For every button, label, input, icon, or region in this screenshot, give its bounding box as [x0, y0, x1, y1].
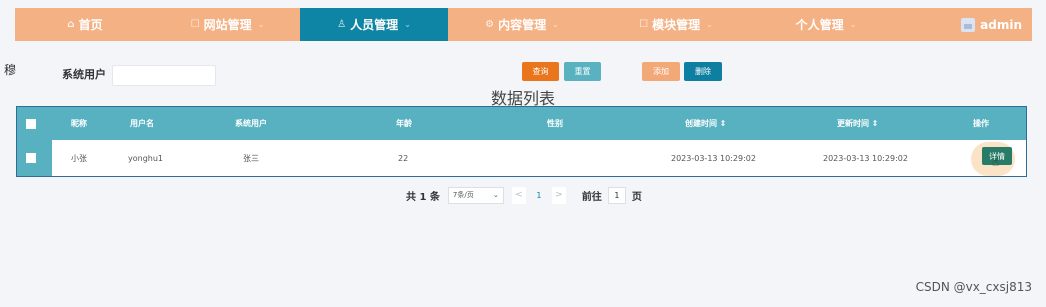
select-all-cell [17, 107, 52, 140]
doc-icon: ☐ [639, 19, 649, 30]
reset-button[interactable]: 重置 [564, 62, 601, 81]
column-header-sortable[interactable]: 更新时间 ⇕ [837, 107, 879, 140]
column-header[interactable]: 昵称 [71, 107, 87, 140]
next-page-button[interactable]: > [551, 186, 566, 204]
column-header[interactable]: 年龄 [396, 107, 412, 140]
nav-item-content[interactable]: ⚙ 内容管理 ⌄ [448, 8, 596, 41]
add-button[interactable]: 添加 [642, 62, 680, 81]
nav-item-personnel[interactable]: ♙ 人员管理 ⌄ [300, 8, 448, 41]
chevron-down-icon: ⌄ [404, 20, 411, 29]
column-header[interactable]: 性别 [547, 107, 563, 140]
nav-item-personal[interactable]: 个人管理 ⌄ [756, 8, 896, 41]
page-size-value: 7条/页 [452, 191, 474, 199]
doc-icon: ☐ [190, 19, 200, 30]
page-size-select[interactable]: 7条/页 ⌄ [447, 186, 504, 204]
cell-updated-time: 2023-03-13 10:29:02 [823, 153, 908, 163]
goto-label: 前往 [581, 191, 602, 203]
avatar-icon [961, 17, 976, 32]
column-header[interactable]: 用户名 [130, 107, 154, 140]
nav-item-website[interactable]: ☐ 网站管理 ⌄ [155, 8, 300, 41]
watermark: CSDN @vx_cxsj813 [915, 280, 1032, 294]
nav-item-label: 个人管理 [795, 18, 844, 32]
admin-name: admin [980, 17, 1022, 32]
top-nav: ⌂ 首页 ☐ 网站管理 ⌄ ♙ 人员管理 ⌄ ⚙ 内容管理 ⌄ ☐ 模块管理 ⌄… [15, 8, 1032, 41]
table-header: 昵称 用户名 系统用户 年龄 性别 创建时间 ⇕ 更新时间 ⇕ 操作 [17, 107, 1026, 140]
cell-nickname: 小张 [71, 153, 87, 163]
column-header: 操作 [973, 119, 989, 128]
nav-item-module[interactable]: ☐ 模块管理 ⌄ [596, 8, 756, 41]
row-checkbox[interactable] [26, 153, 36, 163]
user-icon: ♙ [337, 19, 347, 30]
nav-item-label: 模块管理 [652, 18, 701, 32]
admin-menu[interactable]: admin [896, 8, 1032, 41]
nav-item-label: 人员管理 [350, 18, 399, 32]
nav-item-home[interactable]: ⌂ 首页 [15, 8, 155, 41]
home-icon: ⌂ [67, 19, 75, 30]
nav-item-label: 内容管理 [498, 18, 547, 32]
system-user-input[interactable] [112, 65, 216, 86]
chevron-down-icon: ⌄ [706, 20, 713, 29]
filter-label: 系统用户 [62, 68, 106, 81]
hand-cursor-icon: ☝ [992, 155, 1000, 169]
cell-username: yonghu1 [128, 153, 164, 163]
nav-item-label: 网站管理 [203, 18, 252, 32]
prev-page-button[interactable]: < [511, 186, 526, 204]
chevron-down-icon: ⌄ [257, 20, 265, 29]
column-header[interactable]: 系统用户 [235, 107, 267, 140]
chevron-down-icon: ⌄ [552, 20, 559, 29]
total-count: 共 1 条 [406, 191, 440, 203]
gear-icon: ⚙ [485, 19, 495, 30]
app-root: ⌂ 首页 ☐ 网站管理 ⌄ ♙ 人员管理 ⌄ ⚙ 内容管理 ⌄ ☐ 模块管理 ⌄… [0, 0, 1046, 307]
chevron-down-icon: ⌄ [849, 20, 857, 29]
delete-button[interactable]: 删除 [684, 62, 722, 81]
sidebar-glyph: 穆 [4, 63, 17, 77]
page-number-current[interactable]: 1 [530, 187, 548, 204]
chevron-down-icon: ⌄ [493, 191, 499, 199]
cell-age: 22 [398, 153, 409, 163]
goto-page-input[interactable]: 1 [607, 186, 626, 204]
nav-item-label: 首页 [78, 18, 103, 32]
table-row[interactable]: 小张 yonghu1 张三 22 2023-03-13 10:29:02 202… [17, 140, 1026, 176]
select-all-checkbox[interactable] [26, 118, 36, 129]
row-select-cell [17, 140, 52, 176]
cell-created-time: 2023-03-13 10:29:02 [671, 153, 756, 163]
page-suffix: 页 [631, 191, 642, 203]
query-button[interactable]: 查询 [522, 62, 559, 81]
cell-system-user: 张三 [243, 153, 259, 163]
column-header-sortable[interactable]: 创建时间 ⇕ [685, 107, 727, 140]
pagination: 共 1 条 7条/页 ⌄ < 1 > 前往 1 页 [406, 185, 642, 205]
data-table: 昵称 用户名 系统用户 年龄 性别 创建时间 ⇕ 更新时间 ⇕ 操作 小张 yo… [16, 106, 1027, 177]
